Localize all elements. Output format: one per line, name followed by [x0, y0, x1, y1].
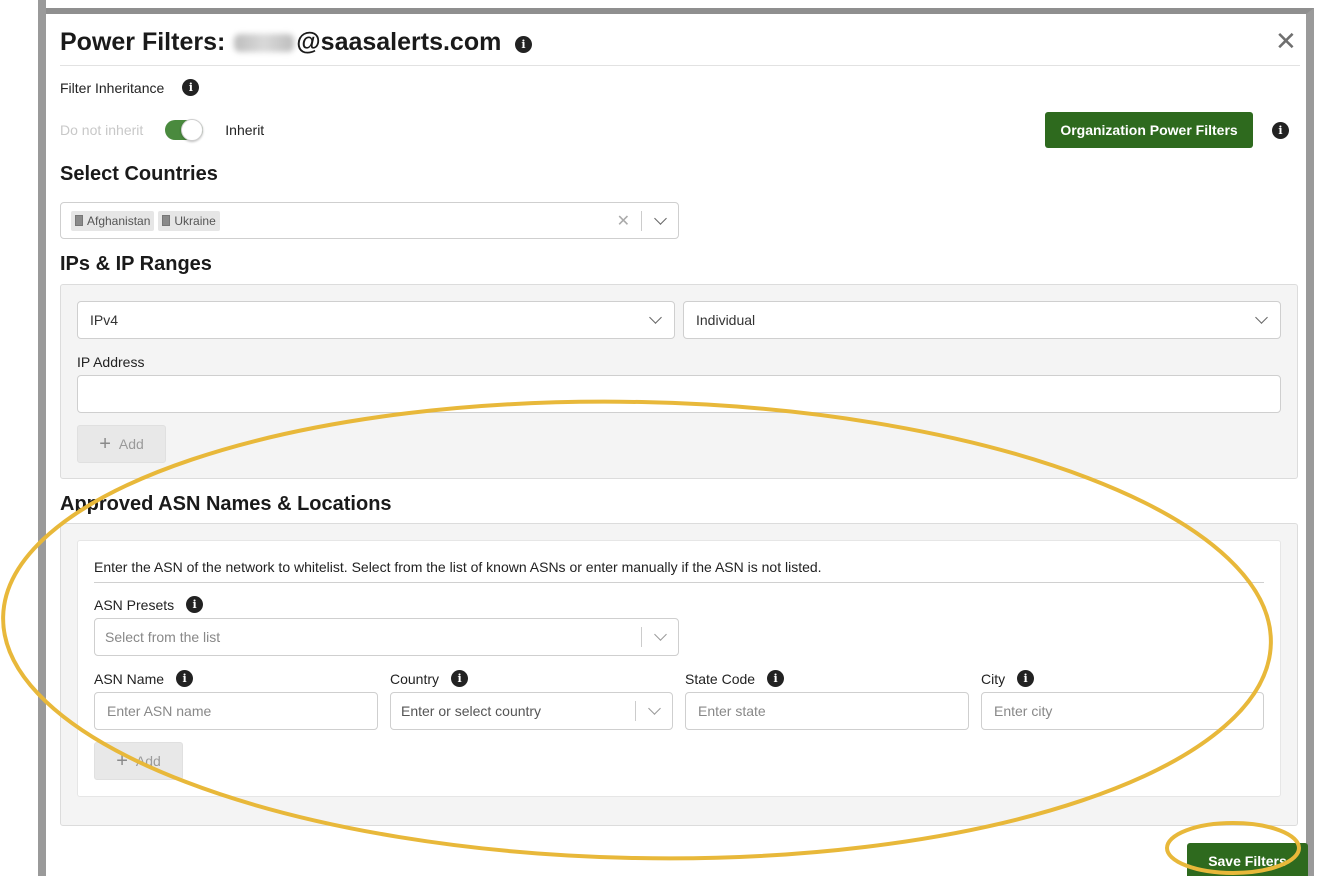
save-filters-button[interactable]: Save Filters: [1187, 843, 1308, 876]
asn-name-label-text: ASN Name: [94, 670, 165, 687]
plus-icon: +: [99, 433, 111, 455]
inherit-label: Inherit: [225, 122, 265, 138]
chevron-down-icon[interactable]: [654, 212, 667, 225]
state-code-label-text: State Code: [685, 670, 756, 687]
flag-icon: [162, 215, 171, 226]
country-placeholder: Enter or select country: [401, 703, 542, 719]
select-separator: [641, 627, 642, 647]
ip-type-select[interactable]: Individual: [683, 301, 1281, 339]
add-label: Add: [135, 753, 161, 769]
country-select[interactable]: Enter or select country: [390, 692, 673, 730]
filter-inheritance-row: Filter Inheritance i: [60, 79, 200, 96]
modal-title: Power Filters: @saasalerts.com: [60, 28, 501, 57]
asn-name-label: ASN Name i: [94, 670, 194, 687]
ip-version-select[interactable]: IPv4: [77, 301, 675, 339]
title-email-domain: @saasalerts.com: [296, 28, 502, 56]
filter-inheritance-label: Filter Inheritance: [60, 79, 165, 96]
asn-heading: Approved ASN Names & Locations: [60, 493, 392, 515]
toggle-knob: [181, 119, 204, 141]
asn-presets-select[interactable]: Select from the list: [94, 618, 679, 656]
city-label: City i: [981, 670, 1035, 687]
asn-name-placeholder: Enter ASN name: [107, 703, 212, 719]
add-ip-button[interactable]: + Add: [77, 425, 166, 463]
asn-name-input[interactable]: Enter ASN name: [94, 692, 378, 730]
info-icon[interactable]: i: [1272, 122, 1289, 139]
info-icon[interactable]: i: [515, 36, 532, 53]
clear-icon[interactable]: ✕: [617, 211, 630, 231]
power-filters-modal: Power Filters: @saasalerts.com i ✕ Filte…: [46, 8, 1314, 876]
country-chip[interactable]: Ukraine: [158, 210, 220, 231]
info-icon[interactable]: i: [186, 596, 204, 613]
inheritance-toggle-row: Do not inherit Inherit: [60, 119, 265, 141]
asn-card: Enter the ASN of the network to whitelis…: [77, 540, 1281, 797]
countries-multiselect[interactable]: Afghanistan Ukraine ✕: [60, 202, 679, 239]
ip-type-value: Individual: [696, 312, 756, 328]
plus-icon: +: [116, 750, 128, 772]
city-input[interactable]: Enter city: [981, 692, 1264, 730]
country-label-text: Country: [390, 670, 440, 687]
asn-presets-label-text: ASN Presets: [94, 596, 175, 613]
modal-header: Power Filters: @saasalerts.com i ✕: [60, 22, 1300, 66]
asn-panel: Enter the ASN of the network to whitelis…: [60, 523, 1298, 826]
asn-description: Enter the ASN of the network to whitelis…: [94, 559, 1264, 583]
info-icon[interactable]: i: [176, 670, 194, 687]
ip-version-value: IPv4: [90, 312, 119, 328]
info-icon[interactable]: i: [451, 670, 469, 687]
chip-label: Ukraine: [174, 213, 216, 228]
organization-power-filters-button[interactable]: Organization Power Filters: [1045, 112, 1253, 148]
flag-icon: [75, 215, 83, 226]
chip-label: Afghanistan: [87, 213, 151, 228]
asn-presets-label: ASN Presets i: [94, 596, 204, 613]
backdrop-left: [38, 0, 46, 876]
select-countries-heading: Select Countries: [60, 163, 218, 185]
chevron-down-icon: [649, 311, 662, 324]
ip-ranges-heading: IPs & IP Ranges: [60, 253, 212, 275]
add-label: Add: [118, 436, 144, 452]
title-prefix: Power Filters:: [60, 28, 226, 56]
country-label: Country i: [390, 670, 469, 687]
select-separator: [641, 211, 642, 231]
do-not-inherit-label: Do not inherit: [60, 122, 144, 138]
chevron-down-icon[interactable]: [648, 702, 661, 715]
state-code-input[interactable]: Enter state: [685, 692, 969, 730]
chevron-down-icon: [1255, 311, 1268, 324]
city-placeholder: Enter city: [994, 703, 1053, 719]
select-separator: [635, 701, 636, 721]
ip-address-label: IP Address: [77, 354, 145, 370]
ip-address-input[interactable]: [77, 375, 1281, 413]
inheritance-toggle[interactable]: [165, 119, 204, 141]
chevron-down-icon[interactable]: [654, 628, 667, 641]
close-icon[interactable]: ✕: [1275, 28, 1297, 54]
info-icon[interactable]: i: [1017, 670, 1035, 687]
state-code-label: State Code i: [685, 670, 785, 687]
redacted-email-user: [234, 34, 295, 53]
ip-ranges-panel: IPv4 Individual IP Address + Add: [60, 284, 1298, 479]
info-icon[interactable]: i: [767, 670, 785, 687]
add-asn-button[interactable]: + Add: [94, 742, 183, 780]
city-label-text: City: [981, 670, 1006, 687]
state-placeholder: Enter state: [698, 703, 766, 719]
info-icon[interactable]: i: [182, 79, 200, 96]
country-chip[interactable]: Afghanistan: [71, 210, 155, 231]
asn-presets-placeholder: Select from the list: [105, 629, 221, 645]
